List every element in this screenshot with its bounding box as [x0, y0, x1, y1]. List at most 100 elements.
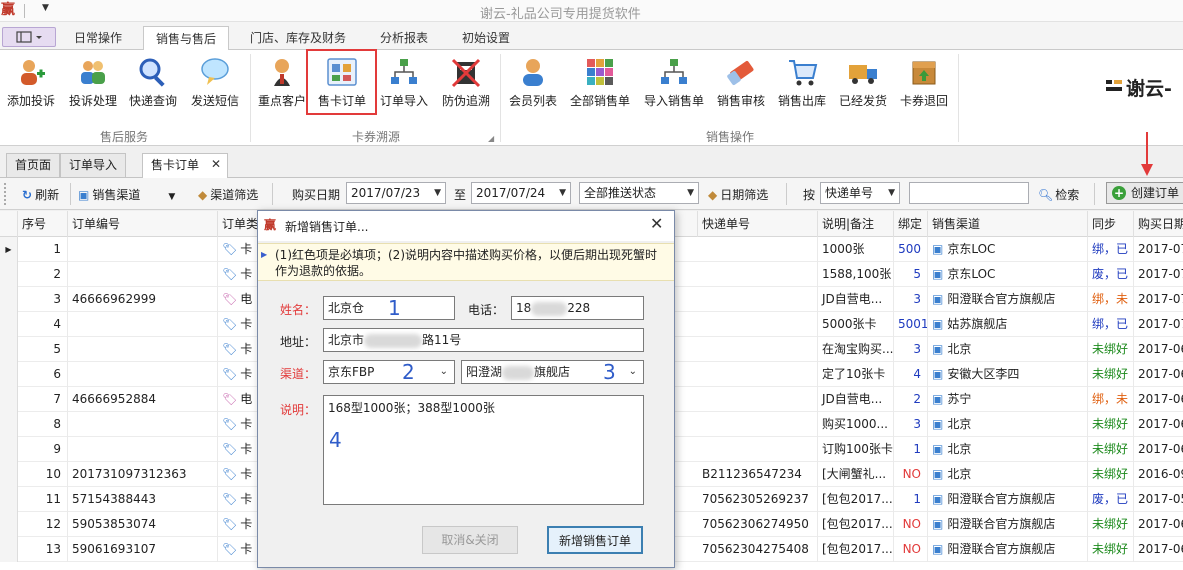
to-label: 至: [454, 188, 467, 202]
channel-icon: ▣: [78, 188, 90, 202]
dialog-app-icon: 赢: [264, 218, 277, 232]
anti-fake-trace-button[interactable]: 防伪追溯: [438, 54, 494, 114]
search-field-dropdown[interactable]: 快递单号 ▼: [820, 182, 900, 204]
annotation-number: 2: [402, 360, 415, 384]
cell-sync: 绑，已: [1088, 237, 1134, 262]
cell-express-no: [698, 412, 818, 437]
all-sales-orders-button[interactable]: 全部销售单: [566, 54, 634, 114]
group-expand-icon[interactable]: ◢: [488, 134, 494, 143]
row-indicator: [0, 437, 18, 462]
cell-express-no: [698, 387, 818, 412]
handle-complaint-button[interactable]: 投诉处理: [66, 54, 120, 114]
cell-bind-text: 1: [913, 492, 921, 506]
cell-order-no-text: 46666962999: [72, 292, 156, 306]
sales-channel-dropdown[interactable]: ▣ 销售渠道 ▼: [78, 186, 175, 203]
key-customer-button[interactable]: 重点客户: [256, 54, 308, 114]
cell-date-text: 2017-06: [1138, 442, 1183, 456]
push-status-dropdown[interactable]: 全部推送状态 ▼: [579, 182, 699, 204]
ribbon-tab-sales[interactable]: 销售与售后: [143, 26, 230, 51]
cell-note: [包包2017...: [818, 512, 894, 537]
cell-order-no-text: 59061693107: [72, 542, 156, 556]
cell-date-text: 2017-06: [1138, 367, 1183, 381]
cell-sync-text: 未绑好: [1092, 442, 1129, 456]
order-import-button[interactable]: 订单导入: [377, 54, 431, 114]
col-header-note[interactable]: 说明|备注: [818, 211, 894, 237]
app-icon[interactable]: 赢: [0, 2, 16, 18]
cell-date-text: 2017-07: [1138, 267, 1183, 281]
ribbon-tab-daily[interactable]: 日常操作: [62, 26, 134, 50]
doc-tab-order-import[interactable]: 订单导入: [60, 153, 127, 177]
cell-order-type: 🏷︎ 卡: [218, 237, 258, 262]
search-input[interactable]: [909, 182, 1029, 204]
cell-channel-text: 北京: [947, 342, 972, 356]
phone-input[interactable]: 18 228: [511, 296, 644, 320]
col-header-order-no[interactable]: 订单编号: [68, 211, 218, 237]
cell-express-no: 70562305269237: [698, 487, 818, 512]
date-filter-button[interactable]: ◆ 日期筛选: [708, 186, 768, 203]
col-header-channel[interactable]: 销售渠道: [928, 211, 1088, 237]
cell-order-type-text: 卡: [240, 492, 253, 506]
cell-express-no: [698, 237, 818, 262]
app-menu-button[interactable]: [2, 27, 56, 47]
channel-icon: ▣: [932, 242, 944, 256]
col-header-bind[interactable]: 绑定: [894, 211, 928, 237]
cancel-close-button[interactable]: 取消&关闭: [422, 526, 518, 554]
shop-select[interactable]: 阳澄湖 旗舰店 ⌄: [461, 360, 644, 384]
description-textarea[interactable]: 168型1000张；388型1000张: [323, 395, 644, 505]
col-header-date[interactable]: 购买日期: [1134, 211, 1183, 237]
group-label-card-trace: 卡券溯源: [351, 130, 400, 144]
close-tab-icon[interactable]: ✕: [211, 157, 221, 171]
tag-icon: ◆: [198, 188, 208, 202]
cell-order-type: 🏷︎ 卡: [218, 362, 258, 387]
refresh-button[interactable]: ↻ 刷新: [22, 186, 59, 203]
tag-icon: 🏷︎: [222, 517, 238, 531]
cell-seq: 5: [18, 337, 68, 362]
cell-channel: ▣ 姑苏旗舰店: [928, 312, 1088, 337]
card-return-button[interactable]: 卡券退回: [896, 54, 952, 114]
add-complaint-button[interactable]: 添加投诉: [4, 54, 58, 114]
quick-access-dropdown-icon[interactable]: ▼: [42, 3, 49, 13]
cell-order-type: 🏷︎ 卡: [218, 437, 258, 462]
submit-new-order-button[interactable]: 新增销售订单: [547, 526, 643, 554]
cell-bind: NO: [894, 537, 928, 562]
send-sms-button[interactable]: 发送短信: [188, 54, 242, 114]
address-input[interactable]: 北京市 路11号: [323, 328, 644, 352]
shipped-button[interactable]: 已经发货: [835, 54, 891, 114]
search-button[interactable]: 🔍︎ 检索: [1038, 186, 1079, 203]
cell-note: 1588,100张: [818, 262, 894, 287]
cell-seq: 4: [18, 312, 68, 337]
cell-date: 2017-05: [1134, 487, 1183, 512]
sales-review-button[interactable]: 销售审核: [713, 54, 769, 114]
sales-outbound-button[interactable]: 销售出库: [774, 54, 830, 114]
ribbon-tab-reports[interactable]: 分析报表: [368, 26, 440, 50]
cell-note: 购买1000...: [818, 412, 894, 437]
channel-icon: ▣: [932, 517, 944, 531]
chevron-down-icon: ▼: [434, 188, 441, 198]
cell-sync-text: 绑，未: [1092, 392, 1129, 406]
tag-icon: 🏷︎: [222, 442, 238, 456]
create-order-button[interactable]: + 创建订单: [1106, 182, 1183, 204]
import-sales-order-button[interactable]: 导入销售单: [640, 54, 708, 114]
cell-order-type-text: 卡: [240, 542, 253, 556]
express-query-button[interactable]: 快递查询: [126, 54, 180, 114]
channel-select[interactable]: 京东FBP ⌄: [323, 360, 455, 384]
cell-express-no-text: B211236547234: [702, 467, 802, 481]
chevron-down-icon: ▼: [687, 188, 694, 198]
date-from-picker[interactable]: 2017/07/23 ▼: [346, 182, 446, 204]
cell-bind-text: 4: [913, 367, 921, 381]
member-list-button[interactable]: 会员列表: [505, 54, 561, 114]
col-header-express-no[interactable]: 快递单号: [698, 211, 818, 237]
col-header-seq[interactable]: 序号: [18, 211, 68, 237]
ribbon-tab-store[interactable]: 门店、库存及财务: [238, 26, 358, 50]
date-to-picker[interactable]: 2017/07/24 ▼: [471, 182, 571, 204]
channel-filter-button[interactable]: ◆ 渠道筛选: [198, 186, 258, 203]
cell-order-type: 🏷︎ 卡: [218, 412, 258, 437]
doc-tab-home[interactable]: 首页面: [6, 153, 61, 177]
ribbon-tab-settings[interactable]: 初始设置: [450, 26, 522, 50]
cell-express-no-text: 70562304275408: [702, 542, 809, 556]
cell-note-text: 5000张卡: [822, 317, 877, 331]
dialog-close-icon[interactable]: ✕: [650, 214, 663, 233]
col-header-sync[interactable]: 同步: [1088, 211, 1134, 237]
cell-note-text: [包包2017...: [822, 492, 893, 506]
cell-express-no: [698, 337, 818, 362]
